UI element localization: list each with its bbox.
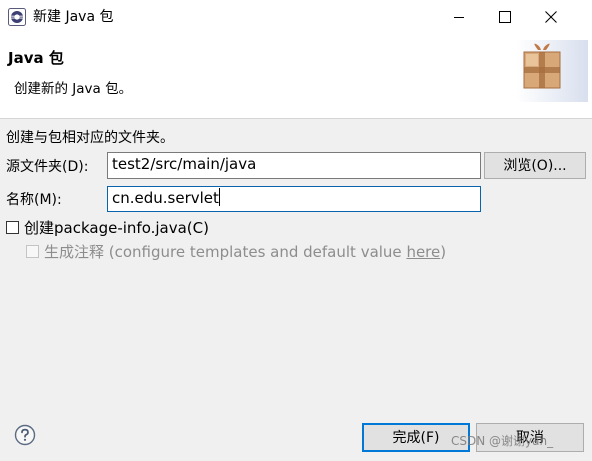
minimize-icon xyxy=(454,17,464,18)
wizard-header xyxy=(0,34,592,119)
generate-comments-suffix: ) xyxy=(440,243,447,261)
package-name-label: 名称(M): xyxy=(6,192,62,208)
close-button[interactable] xyxy=(528,0,574,34)
package-name-value: cn.edu.servlet xyxy=(112,189,219,207)
source-folder-input[interactable]: test2/src/main/java xyxy=(107,152,481,179)
configure-templates-link[interactable]: here xyxy=(406,243,440,261)
browse-button[interactable]: 浏览(O)... xyxy=(484,152,586,179)
window-title: 新建 Java 包 xyxy=(33,9,114,25)
help-icon xyxy=(14,424,36,446)
source-folder-label: 源文件夹(D): xyxy=(6,159,89,175)
form-intro-text: 创建与包相对应的文件夹。 xyxy=(6,130,174,146)
text-caret xyxy=(218,188,220,206)
package-info-checkbox[interactable] xyxy=(6,221,19,234)
help-button[interactable] xyxy=(14,424,36,446)
close-icon xyxy=(545,11,557,23)
eclipse-icon xyxy=(8,8,26,26)
watermark-text: CSDN @谢谢yan_ xyxy=(451,434,554,448)
wizard-description: 创建新的 Java 包。 xyxy=(14,81,133,97)
package-icon xyxy=(516,40,588,102)
package-name-input[interactable]: cn.edu.servlet xyxy=(107,186,481,212)
generate-comments-label: 生成注释 (configure templates and default va… xyxy=(44,242,446,262)
generate-comments-checkbox xyxy=(26,245,39,258)
generate-comments-text: 生成注释 (configure templates and default va… xyxy=(44,243,407,261)
maximize-button[interactable] xyxy=(482,0,528,34)
package-info-label[interactable]: 创建package-info.java(C) xyxy=(24,218,209,238)
maximize-icon xyxy=(499,11,511,23)
wizard-title: Java 包 xyxy=(8,49,64,67)
minimize-button[interactable] xyxy=(436,0,482,34)
